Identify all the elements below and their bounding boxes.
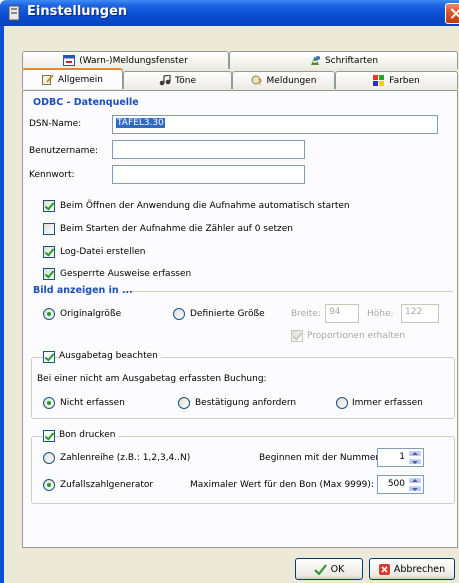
tab-messages[interactable]: ? Meldungen [232,71,335,89]
cancel-x-icon [378,563,390,575]
stepper-buttons[interactable] [408,477,422,492]
stepper-up-icon[interactable] [408,477,422,484]
start-number-stepper[interactable]: 1 [377,448,424,467]
height-field[interactable]: 122 [401,304,439,323]
request-confirmation-radio[interactable] [178,397,190,409]
blocked-ids-checkbox[interactable] [43,268,55,280]
image-section-title: Bild anzeigen in ... [33,285,133,296]
original-size-radio[interactable] [43,308,55,320]
tab-warning-window[interactable]: (Warn-)Meldungsfenster [22,51,229,69]
issue-day-label: Ausgabetag beachten [59,351,161,361]
number-sequence-radio[interactable] [43,452,55,464]
close-button[interactable] [445,3,459,24]
issue-day-checkbox[interactable] [43,351,55,363]
general-settings-icon [42,74,54,85]
always-record-label: Immer erfassen [352,398,423,408]
colors-icon [373,75,385,86]
max-value-label: Maximaler Wert für den Bon (Max 9999): [190,480,374,490]
always-record-radio[interactable] [336,397,348,409]
number-sequence-label: Zahlenreihe (z.B.: 1,2,3,4..N) [60,453,191,463]
log-file-label: Log-Datei erstellen [60,247,146,257]
password-label: Kennwort: [29,170,75,180]
odbc-section-title: ODBC - Datenquelle [33,97,139,108]
tab-label: Allgemein [58,74,103,85]
username-label: Benutzername: [29,146,99,156]
issue-day-group [31,357,455,419]
tab-sounds[interactable]: Töne [123,71,232,89]
height-label: Höhe: [367,309,394,319]
tab-general[interactable]: Allgemein [22,68,123,89]
autostart-checkbox[interactable] [43,200,55,212]
tab-colors[interactable]: Farben [335,71,458,89]
fonts-icon [310,56,320,65]
dialog-client-area: (Warn-)Meldungsfenster Schriftarten Allg… [4,26,459,583]
sounds-icon [159,75,171,86]
log-file-checkbox[interactable] [43,246,55,258]
svg-text:?: ? [258,78,262,86]
start-number-value: 1 [399,452,405,462]
cancel-button[interactable]: Abbrechen [369,558,455,580]
tab-fonts[interactable]: Schriftarten [229,51,458,69]
dsn-label: DSN-Name: [29,119,82,129]
stepper-down-icon[interactable] [408,458,422,465]
autostart-label: Beim Öffnen der Anwendung die Aufnahme a… [60,201,350,211]
stepper-down-icon[interactable] [408,485,422,492]
reset-counter-checkbox[interactable] [43,223,55,235]
warning-window-icon [63,55,76,66]
app-icon [8,5,20,21]
width-label: Breite: [291,309,321,319]
not-record-radio[interactable] [43,397,55,409]
tab-label: Farben [389,75,420,86]
window-title: Einstellungen [27,4,128,19]
max-value-value: 500 [387,479,405,489]
reset-counter-label: Beim Starten der Aufnahme die Zähler auf… [60,224,294,234]
issue-day-question: Bei einer nicht am Ausgabetag erfassten … [37,374,267,384]
blocked-ids-label: Gesperrte Ausweise erfassen [60,269,192,279]
width-field[interactable]: 94 [325,304,359,323]
random-generator-radio[interactable] [43,479,55,491]
tab-label: Meldungen [266,75,317,86]
stepper-buttons[interactable] [408,450,422,465]
settings-window: Einstellungen (Warn-)Meldungsfenster Sch… [0,0,459,583]
tab-label: Schriftarten [324,55,379,66]
ok-button[interactable]: OK [295,558,363,580]
cancel-label: Abbrechen [393,563,446,575]
defined-size-radio[interactable] [173,308,185,320]
keep-proportions-checkbox[interactable] [291,330,303,342]
original-size-label: Originalgröße [60,309,122,319]
section-divider [123,291,453,292]
tab-label: (Warn-)Meldungsfenster [79,55,188,66]
print-receipt-checkbox[interactable] [43,430,55,442]
ok-label: OK [330,563,345,575]
not-record-label: Nicht erfassen [60,398,125,408]
stepper-up-icon[interactable] [408,450,422,457]
messages-icon: ? [251,75,262,86]
dsn-name-value: TAFEL3.30 [116,118,165,128]
tab-label: Töne [174,75,197,86]
defined-size-label: Definierte Größe [190,309,265,319]
random-generator-label: Zufallszahlgenerator [60,480,154,490]
title-bar[interactable]: Einstellungen [0,0,459,26]
tab-panel-general: ODBC - Datenquelle DSN-Name: TAFEL3.30 B… [22,90,458,548]
password-field[interactable] [112,165,305,184]
start-number-label: Beginnen mit der Nummer: [259,453,382,463]
keep-proportions-label: Proportionen erhalten [307,331,406,341]
username-field[interactable] [112,140,305,159]
request-confirmation-label: Bestätigung anfordern [195,398,297,408]
print-receipt-label: Bon drucken [59,430,119,440]
dsn-name-field[interactable]: TAFEL3.30 [112,115,438,134]
max-value-stepper[interactable]: 500 [377,475,424,494]
checkmark-icon [313,563,327,575]
